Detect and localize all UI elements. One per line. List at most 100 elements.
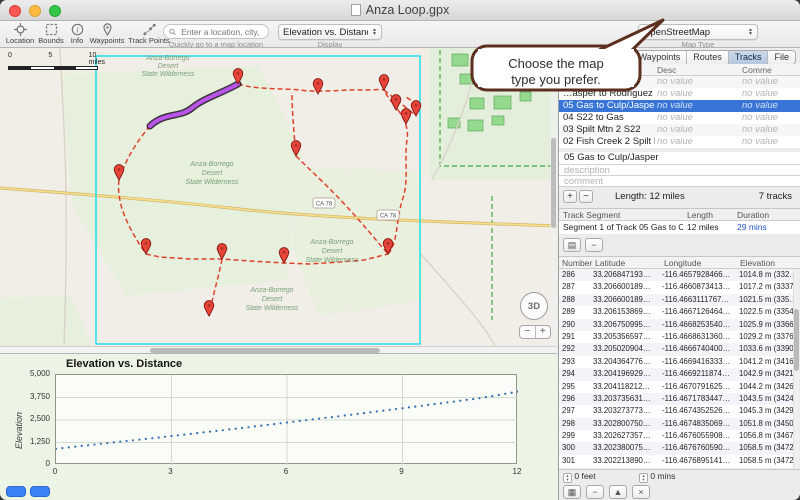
point-number: 291 bbox=[562, 331, 592, 343]
point-longitude: -116.4676055908… bbox=[662, 430, 737, 442]
track-row[interactable]: 02 Fish Creek 2 Spilt Mtn Rd. no value n… bbox=[559, 136, 800, 148]
map-search-field[interactable] bbox=[163, 24, 269, 39]
point-number: 292 bbox=[562, 343, 592, 355]
map-3d-label: 3D bbox=[528, 301, 540, 312]
point-row[interactable]: 287 33.206600189… -116.4660873413… 1017.… bbox=[559, 281, 793, 293]
footer-icon-button[interactable]: − bbox=[586, 485, 604, 499]
point-longitude: -116.4663111767… bbox=[662, 294, 737, 306]
popup-arrows-icon: ▲▼ bbox=[372, 28, 377, 36]
segment-name: Segment 1 of Track 05 Gas to Culp/… bbox=[563, 221, 683, 234]
latitude-column-header[interactable]: Latitude bbox=[595, 258, 625, 268]
feet-stepper[interactable]: ▲▼ bbox=[563, 473, 572, 483]
panel-tab[interactable]: Tracks bbox=[729, 51, 769, 64]
x-tick-label: 6 bbox=[276, 467, 296, 476]
point-latitude: 33.206600189… bbox=[593, 294, 661, 306]
point-latitude: 33.203735631… bbox=[593, 393, 661, 405]
point-elevation: 1056.8 m (3467… bbox=[739, 430, 793, 442]
point-latitude: 33.202800750… bbox=[593, 418, 661, 430]
track-row[interactable]: 04 S22 to Gas no value no value bbox=[559, 112, 800, 124]
segment-length: 12 miles bbox=[687, 221, 733, 234]
point-row[interactable]: 293 33.204364776… -116.4669416333… 1041.… bbox=[559, 356, 793, 368]
bottom-left-button-1[interactable] bbox=[6, 486, 26, 497]
wilderness-label: Desert bbox=[202, 170, 224, 177]
segment-toolbar-button[interactable]: ▤ bbox=[563, 238, 581, 252]
longitude-column-header[interactable]: Longitude bbox=[664, 258, 701, 268]
elevation-column-header[interactable]: Elevation bbox=[740, 258, 775, 268]
panel-tab[interactable]: File bbox=[768, 51, 795, 64]
feet-offset-label: 0 feet bbox=[574, 471, 595, 481]
segment-column-header[interactable]: Track Segment bbox=[563, 210, 620, 220]
point-elevation: 1051.8 m (3450… bbox=[739, 418, 793, 430]
point-row[interactable]: 301 33.202213890… -116.4676895141… 1058.… bbox=[559, 455, 793, 467]
footer-icon-button[interactable]: ▲ bbox=[609, 485, 627, 499]
wilderness-label: Anza-Borrego bbox=[145, 55, 189, 62]
point-longitude: -116.4666740400… bbox=[662, 343, 737, 355]
point-row[interactable]: 300 33.202380075… -116.4676760590… 1058.… bbox=[559, 442, 793, 454]
point-number: 288 bbox=[562, 294, 592, 306]
duration-column-header[interactable]: Duration bbox=[737, 210, 769, 220]
point-row[interactable]: 288 33.206600189… -116.4663111767… 1021.… bbox=[559, 294, 793, 306]
comment-column-header[interactable]: Comme bbox=[742, 65, 772, 75]
point-number: 287 bbox=[562, 281, 592, 293]
point-row[interactable]: 299 33.202627357… -116.4676055908… 1056.… bbox=[559, 430, 793, 442]
track-name-field[interactable]: 05 Gas to Culp/Jasper bbox=[559, 152, 800, 165]
bottom-left-button-2[interactable] bbox=[30, 486, 50, 497]
svg-text:i: i bbox=[76, 25, 79, 35]
point-row[interactable]: 286 33.206847193… -116.4657928466… 1014.… bbox=[559, 269, 793, 281]
point-row[interactable]: 290 33.206750995… -116.4668253540… 1025.… bbox=[559, 319, 793, 331]
point-row[interactable]: 289 33.206153869… -116.4667126464… 1022.… bbox=[559, 306, 793, 318]
remove-track-button[interactable]: − bbox=[579, 190, 593, 203]
points-stats-bar: ▲▼ 0 feet ▲▼ 0 mins bbox=[559, 469, 800, 483]
info-button[interactable]: i Info bbox=[66, 22, 88, 45]
point-row[interactable]: 296 33.203735631… -116.4671783447… 1043.… bbox=[559, 393, 793, 405]
zoom-out-button[interactable]: − bbox=[520, 326, 536, 338]
point-latitude: 33.205356597… bbox=[593, 331, 661, 343]
mins-stepper[interactable]: ▲▼ bbox=[639, 473, 648, 483]
segment-row[interactable]: Segment 1 of Track 05 Gas to Culp/… 12 m… bbox=[559, 221, 800, 234]
map-3d-button[interactable]: 3D bbox=[520, 292, 548, 320]
footer-icon-button[interactable]: ▦ bbox=[563, 485, 581, 499]
wilderness-label: State Wilderness bbox=[142, 71, 195, 78]
segment-toolbar-button[interactable]: − bbox=[585, 238, 603, 252]
track-desc: no value bbox=[657, 124, 739, 136]
point-latitude: 33.203273773… bbox=[593, 405, 661, 417]
point-row[interactable]: 294 33.204196929… -116.4669211874… 1042.… bbox=[559, 368, 793, 380]
bounds-button[interactable]: Bounds bbox=[36, 22, 66, 45]
point-row[interactable]: 298 33.202800750… -116.4674835069… 1051.… bbox=[559, 418, 793, 430]
panel-tab[interactable]: Routes bbox=[687, 51, 729, 64]
length-column-header[interactable]: Length bbox=[687, 210, 713, 220]
display-popup[interactable]: Elevation vs. Distance ▲▼ bbox=[278, 24, 382, 40]
track-comment-field[interactable]: comment bbox=[559, 176, 800, 187]
waypoints-button[interactable]: Waypoints bbox=[88, 22, 126, 45]
point-row[interactable]: 291 33.205356597… -116.4668631360… 1029.… bbox=[559, 331, 793, 343]
point-row[interactable]: 292 33.205020904… -116.4666740400… 1033.… bbox=[559, 343, 793, 355]
track-description-field[interactable]: description bbox=[559, 165, 800, 176]
point-latitude: 33.204196929… bbox=[593, 368, 661, 380]
points-scrollbar[interactable] bbox=[793, 269, 799, 468]
chart-y-ticks: 5,0003,7502,5001,2500 bbox=[6, 369, 50, 468]
point-row[interactable]: 297 33.203273773… -116.4674352526… 1045.… bbox=[559, 405, 793, 417]
wilderness-label: Desert bbox=[262, 296, 284, 303]
map-horizontal-scrollbar[interactable] bbox=[0, 346, 557, 353]
segment-duration: 29 mins bbox=[737, 221, 797, 234]
callout-text-line1: Choose the map bbox=[508, 56, 603, 71]
wilderness-label: State Wilderness bbox=[306, 257, 359, 264]
callout-bubble: Choose the map type you prefer. bbox=[455, 12, 685, 104]
number-column-header[interactable]: Number bbox=[562, 258, 592, 268]
right-panel: WaypointsRoutesTracksFile Desc Comme …ue… bbox=[558, 48, 800, 500]
point-row[interactable]: 295 33.204118212… -116.4670791625… 1044.… bbox=[559, 381, 793, 393]
track-comment: no value bbox=[742, 100, 800, 112]
point-number: 295 bbox=[562, 381, 592, 393]
location-button[interactable]: Location bbox=[4, 22, 36, 45]
point-latitude: 33.206153869… bbox=[593, 306, 661, 318]
search-input[interactable] bbox=[179, 26, 263, 38]
point-latitude: 33.202380075… bbox=[593, 442, 661, 454]
footer-icon-button[interactable]: × bbox=[632, 485, 650, 499]
zoom-in-button[interactable]: + bbox=[536, 326, 551, 338]
track-row[interactable]: 03 Spilt Mtn 2 S22 no value no value bbox=[559, 124, 800, 136]
app-window: Anza Loop.gpx Location Bounds i Info Way… bbox=[0, 0, 800, 500]
document-icon bbox=[351, 4, 361, 16]
elevation-chart-plot-area[interactable] bbox=[55, 374, 517, 464]
add-track-button[interactable]: + bbox=[563, 190, 577, 203]
point-number: 286 bbox=[562, 269, 592, 281]
